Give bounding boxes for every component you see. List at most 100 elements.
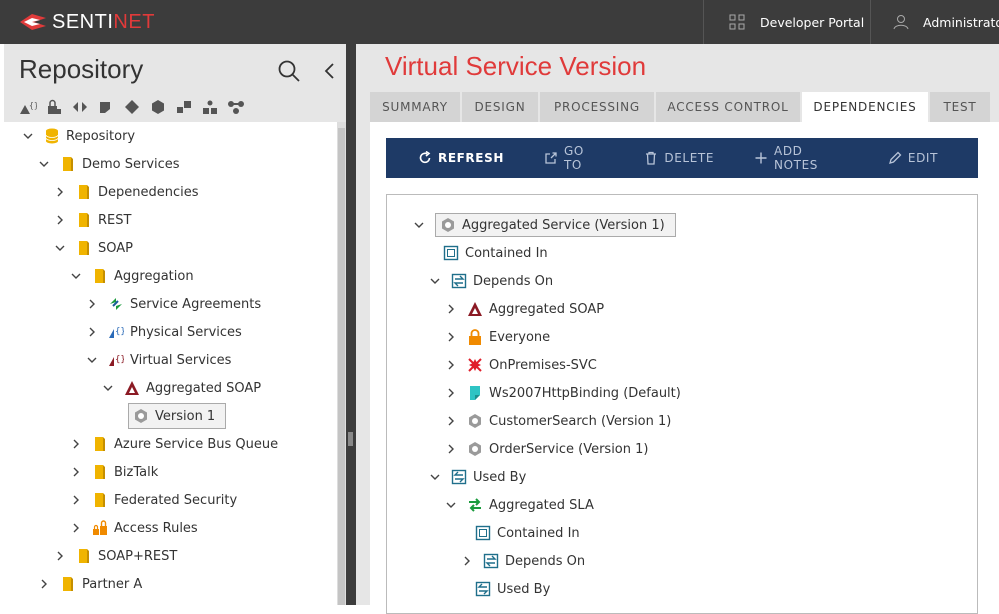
chevron-down-icon[interactable] — [100, 380, 116, 396]
dependency-item-ws2007httpbinding-default-[interactable]: Ws2007HttpBinding (Default) — [443, 381, 681, 405]
chevron-right-icon[interactable] — [84, 296, 100, 312]
chevron-right-icon[interactable] — [68, 464, 84, 480]
user-name: Administrator — [923, 14, 999, 30]
chevron-right-icon[interactable] — [443, 357, 459, 373]
chevron-right-icon[interactable] — [443, 413, 459, 429]
scrollbar-thumb[interactable] — [338, 128, 345, 605]
chevron-right-icon[interactable] — [459, 553, 475, 569]
dependency-item-customersearch-version-1-[interactable]: CustomerSearch (Version 1) — [443, 409, 671, 433]
dependency-item-orderservice-version-1-[interactable]: OrderService (Version 1) — [443, 437, 648, 461]
dependency-item-contained-in[interactable]: Contained In — [475, 521, 580, 545]
tree-item-aggregated-soap[interactable]: Aggregated SOAP — [100, 376, 261, 400]
chevron-right-icon[interactable] — [52, 184, 68, 200]
network-icon[interactable] — [223, 97, 249, 117]
developer-portal-button[interactable]: Developer Portal — [703, 0, 870, 44]
folder-icon — [76, 240, 92, 256]
document-icon[interactable] — [93, 97, 119, 117]
sentinet-logo[interactable]: SENTINET — [18, 8, 155, 36]
go-to-button[interactable]: GO TO — [544, 144, 604, 172]
external-link-icon — [544, 151, 558, 165]
tree-item-virtual-services[interactable]: {} Virtual Services — [84, 348, 231, 372]
chevron-right-icon[interactable] — [443, 441, 459, 457]
search-icon[interactable] — [276, 58, 302, 84]
diamond-icon[interactable] — [119, 97, 145, 117]
chevron-down-icon[interactable] — [84, 352, 100, 368]
tree-item-physical-services[interactable]: {} Physical Services — [84, 320, 242, 344]
chevron-right-icon[interactable] — [36, 576, 52, 592]
tree-item-access-rules[interactable]: Access Rules — [68, 516, 198, 540]
tree-item-label: Depenedencies — [98, 184, 199, 200]
lock-icon[interactable] — [41, 97, 67, 117]
chevron-right-icon[interactable] — [84, 324, 100, 340]
interface-icon[interactable]: {} — [15, 97, 41, 117]
chevron-right-icon[interactable] — [68, 520, 84, 536]
chevron-right-icon[interactable] — [52, 548, 68, 564]
chevron-right-icon[interactable] — [68, 436, 84, 452]
tree-item-rest[interactable]: REST — [52, 208, 131, 232]
tree-item-soap[interactable]: SOAP — [52, 236, 133, 260]
dependency-item-aggregated-service-version-1-[interactable]: Aggregated Service (Version 1) — [411, 213, 676, 237]
tree-item-azure-service-bus-queue[interactable]: Azure Service Bus Queue — [68, 432, 278, 456]
tree-item-aggregation[interactable]: Aggregation — [68, 264, 194, 288]
dependency-item-used-by[interactable]: Used By — [427, 465, 526, 489]
tree-item-soap-rest[interactable]: SOAP+REST — [52, 544, 177, 568]
version-gear-icon — [467, 441, 483, 457]
tab-dependencies[interactable]: DEPENDENCIES — [802, 92, 928, 122]
tree-item-repository[interactable]: Repository — [20, 124, 135, 148]
selected-node[interactable]: Aggregated Service (Version 1) — [435, 213, 676, 237]
blocks-icon[interactable] — [171, 97, 197, 117]
dependency-item-aggregated-sla[interactable]: Aggregated SLA — [443, 493, 594, 517]
tab-summary[interactable]: SUMMARY — [370, 92, 460, 122]
chevron-down-icon[interactable] — [427, 273, 443, 289]
dependency-item-contained-in[interactable]: Contained In — [443, 241, 548, 265]
chevron-right-icon[interactable] — [443, 329, 459, 345]
hexagon-icon[interactable] — [145, 97, 171, 117]
refresh-button[interactable]: REFRESH — [418, 151, 504, 165]
delete-button[interactable]: DELETE — [644, 151, 714, 165]
collapse-panel-icon[interactable] — [320, 58, 340, 84]
dependency-item-used-by[interactable]: Used By — [475, 577, 550, 601]
chevron-right-icon[interactable] — [443, 385, 459, 401]
dependency-label: Depends On — [505, 553, 586, 569]
action-label: ADD NOTES — [774, 144, 818, 172]
tree-item-label: Physical Services — [130, 324, 242, 340]
tree-item-demo-services[interactable]: Demo Services — [36, 152, 180, 176]
dependency-item-onpremises-svc[interactable]: OnPremises-SVC — [443, 353, 597, 377]
chevron-down-icon[interactable] — [36, 156, 52, 172]
chevron-down-icon[interactable] — [52, 240, 68, 256]
tab-processing[interactable]: PROCESSING — [540, 92, 654, 122]
tree-item-version-1[interactable]: Version 1 — [128, 403, 227, 429]
users-icon[interactable] — [197, 97, 223, 117]
tree-item-service-agreements[interactable]: Service Agreements — [84, 292, 261, 316]
chevron-down-icon[interactable] — [68, 268, 84, 284]
tab-access-control[interactable]: ACCESS CONTROL — [656, 92, 800, 122]
edit-button[interactable]: EDIT — [888, 151, 938, 165]
tree-item-depenedencies[interactable]: Depenedencies — [52, 180, 199, 204]
tree-scrollbar[interactable] — [337, 122, 346, 605]
dependency-item-everyone[interactable]: Everyone — [443, 325, 550, 349]
splitter-grip[interactable] — [348, 432, 353, 446]
tree-item-federated-security[interactable]: Federated Security — [68, 488, 237, 512]
chevron-right-icon[interactable] — [68, 492, 84, 508]
tab-design[interactable]: DESIGN — [462, 92, 538, 122]
folder-icon — [76, 548, 92, 564]
chevron-down-icon[interactable] — [20, 128, 36, 144]
chevron-down-icon[interactable] — [427, 469, 443, 485]
user-menu-button[interactable]: Administrator — [870, 0, 999, 44]
panel-splitter[interactable] — [346, 44, 356, 605]
chevron-down-icon[interactable] — [411, 217, 427, 233]
chevron-right-icon[interactable] — [52, 212, 68, 228]
add-notes-button[interactable]: ADD NOTES — [754, 144, 848, 172]
dependency-item-aggregated-soap[interactable]: Aggregated SOAP — [443, 297, 604, 321]
tab-test[interactable]: TEST — [930, 92, 990, 122]
physical-service-icon[interactable] — [67, 97, 93, 117]
chevron-down-icon[interactable] — [443, 497, 459, 513]
dependency-item-depends-on[interactable]: Depends On — [427, 269, 553, 293]
chevron-right-icon[interactable] — [443, 301, 459, 317]
developer-portal-label: Developer Portal — [760, 14, 865, 30]
dependency-item-depends-on[interactable]: Depends On — [459, 549, 585, 573]
folder-icon — [60, 156, 76, 172]
tree-item-partner-a[interactable]: Partner A — [36, 572, 142, 596]
lock-icon — [467, 329, 483, 345]
tree-item-biztalk[interactable]: BizTalk — [68, 460, 158, 484]
